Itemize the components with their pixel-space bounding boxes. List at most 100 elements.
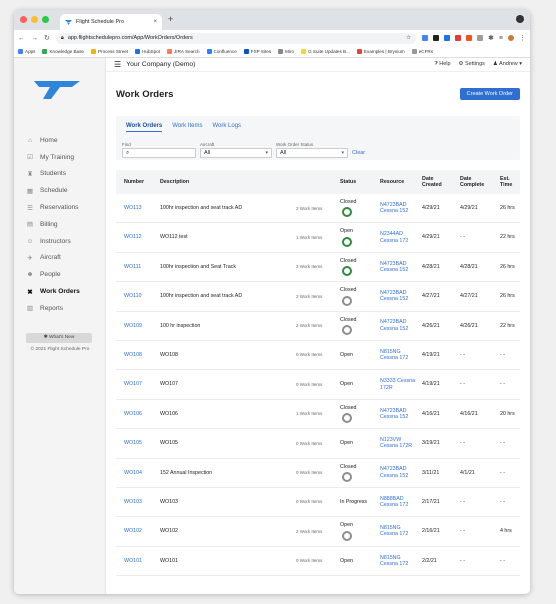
resource-link[interactable]: N815NG Cessna 172 [380,517,418,545]
table-row[interactable]: WO101 WO101 0 Work Items N815NG Cessna 172 2… [116,547,520,577]
resource-link[interactable]: N4723BAD Cessna 152 [380,282,418,310]
sidebar-item-schedule[interactable]: ▦ Schedule [14,182,105,199]
resource-link[interactable]: N815NG Cessna 172 [380,341,418,369]
extension-icon[interactable] [422,35,429,41]
bookmark-item[interactable]: Examples | Brynium [356,49,405,54]
work-order-number-link[interactable]: WO110 [124,282,158,310]
extension-icon[interactable] [455,35,462,41]
extension-icon[interactable] [444,35,451,41]
work-order-number-link[interactable]: WO108 [124,341,158,369]
table-row[interactable]: WO102 WO102 2 Work Items N815NG Cessna 172 2… [116,517,520,547]
table-row[interactable]: WO103 WO103 0 Work Items N888BAD Cessna 172… [116,488,520,518]
column-header-description[interactable]: Description [160,170,189,194]
work-order-number-link[interactable]: WO109 [124,312,158,340]
close-window-button[interactable] [20,16,27,23]
browser-tab[interactable]: Flight Schedule Pro × [60,14,162,30]
maximize-window-button[interactable] [42,16,49,23]
table-row[interactable]: WO106 WO106 1 Work Items N4723BAD Cessna 15… [116,400,520,430]
sidebar-item-reservations[interactable]: ☰ Reservations [14,199,105,216]
window-menu-icon[interactable] [516,15,524,23]
resource-link[interactable]: N3333 Cessna 172R [380,370,418,398]
bookmark-item[interactable]: G Suite Updates B... [301,49,350,54]
table-row[interactable]: WO111 100hr inspection and Seat Track 3 Wo… [116,253,520,283]
minimize-window-button[interactable] [31,16,38,23]
work-order-number-link[interactable]: WO103 [124,488,158,516]
extension-icon[interactable] [477,35,484,41]
tab-work-items[interactable]: Work Items [172,123,202,132]
sidebar-item-reports[interactable]: ▥ Reports [14,300,105,317]
new-tab-button[interactable]: + [168,14,173,24]
bookmark-item[interactable]: Miro [278,49,294,54]
bookmark-star-icon[interactable]: ☆ [406,35,411,41]
work-order-number-link[interactable]: WO107 [124,370,158,398]
column-header-status[interactable]: Status [340,170,356,194]
sidebar-item-billing[interactable]: ▤ Billing [14,216,105,233]
work-order-number-link[interactable]: WO113 [124,194,158,222]
bookmark-item[interactable]: FSP Sites [243,49,271,54]
table-row[interactable]: WO112 WO112 test 1 Work Items N2344AD Cessn… [116,223,520,253]
whats-new-button[interactable]: ✱ What's New [26,333,92,343]
bookmark-item[interactable]: JIRA Search [167,49,200,54]
profile-avatar[interactable] [508,35,514,41]
sidebar-item-my-training[interactable]: ☑ My Training [14,149,105,166]
clear-filters-link[interactable]: Clear [352,150,365,156]
work-order-number-link[interactable]: WO111 [124,253,158,281]
table-row[interactable]: WO113 100hr inspection and seat track AD 3… [116,194,520,224]
column-header-est-time[interactable]: Est. Time [500,170,520,194]
resource-link[interactable]: N4723BAD Cessna 152 [380,400,418,428]
puzzle-icon[interactable]: ✱ [488,34,494,42]
sidebar-item-students[interactable]: ♜ Students [14,166,105,183]
sidebar-item-aircraft[interactable]: ✈ Aircraft [14,250,105,267]
table-row[interactable]: WO109 100 hr inspection 2 Work Items N4723B… [116,312,520,341]
hamburger-icon[interactable]: ☰ [114,60,121,69]
bookmark-item[interactable]: Process Street [90,49,128,54]
work-order-number-link[interactable]: WO106 [124,400,158,428]
forward-icon[interactable]: → [31,35,38,42]
address-bar[interactable]: 🔒︎ app.flightschedulepro.com/App/WorkOrd… [55,32,417,44]
extension-icon[interactable] [466,35,473,41]
resource-link[interactable]: N2344AD Cessna 172 [380,223,418,251]
table-row[interactable]: WO107 WO107 0 Work Items N3333 Cessna 172R 4… [116,370,520,400]
settings-link[interactable]: ⚙ Settings [459,61,485,68]
kebab-menu-icon[interactable]: ⋮ [519,34,526,42]
bookmark-item[interactable]: HubSpot [135,49,160,54]
work-order-number-link[interactable]: WO102 [124,517,158,545]
table-row[interactable]: WO104 152 Annual Inspection 0 Work Items N4… [116,459,520,488]
status-select[interactable]: All ▾ [276,148,348,158]
find-input[interactable]: ⌕ [122,148,196,158]
reload-icon[interactable]: ↻ [44,34,50,42]
extension-icon[interactable] [433,35,440,41]
table-row[interactable]: WO110 100hr inspection and seat track AD 3… [116,282,520,312]
sidebar-item-instructors[interactable]: ☺ Instructors [14,233,105,250]
back-icon[interactable]: ← [18,35,25,42]
work-order-number-link[interactable]: WO101 [124,547,158,575]
bookmark-item[interactable]: Apps [18,49,35,54]
resource-link[interactable]: N888BAD Cessna 172 [380,488,418,516]
column-header-number[interactable]: Number [124,170,144,194]
aircraft-select[interactable]: All ▾ [200,148,272,158]
table-row[interactable]: WO105 WO105 0 Work Items N123VW Cessna 172R… [116,429,520,459]
resource-link[interactable]: N4723BAD Cessna 152 [380,459,418,487]
resource-link[interactable]: N4723BAD Cessna 152 [380,312,418,340]
column-header-date-complete[interactable]: Date Complete [460,170,490,194]
resource-link[interactable]: N815NG Cessna 172 [380,547,418,575]
bookmark-item[interactable]: Knowledge Base [42,49,84,54]
work-order-number-link[interactable]: WO112 [124,223,158,251]
bookmark-item[interactable]: Confluence [206,49,237,54]
create-work-order-button[interactable]: Create Work Order [459,88,520,100]
resource-link[interactable]: N4723BAD Cessna 152 [380,253,418,281]
sidebar-item-home[interactable]: ⌂ Home [14,132,105,149]
help-link[interactable]: ❓︎ Help [434,61,450,68]
table-row[interactable]: WO108 WO108 0 Work Items N815NG Cessna 172 4… [116,341,520,371]
work-order-number-link[interactable]: WO104 [124,459,158,487]
playlist-icon[interactable]: ≡ [499,35,503,42]
user-menu[interactable]: ♟ Andrew ▾ [493,61,522,68]
tab-work-orders[interactable]: Work Orders [126,123,163,132]
sidebar-item-work-orders[interactable]: ✖ Work Orders [14,283,105,300]
bookmark-item[interactable]: eCFRs [411,49,433,54]
column-header-resource[interactable]: Resource [380,170,404,194]
column-header-date-created[interactable]: Date Created [422,170,450,194]
work-order-number-link[interactable]: WO105 [124,429,158,457]
tab-work-logs[interactable]: Work Logs [212,123,241,132]
sidebar-item-people[interactable]: ☻ People [14,266,105,283]
